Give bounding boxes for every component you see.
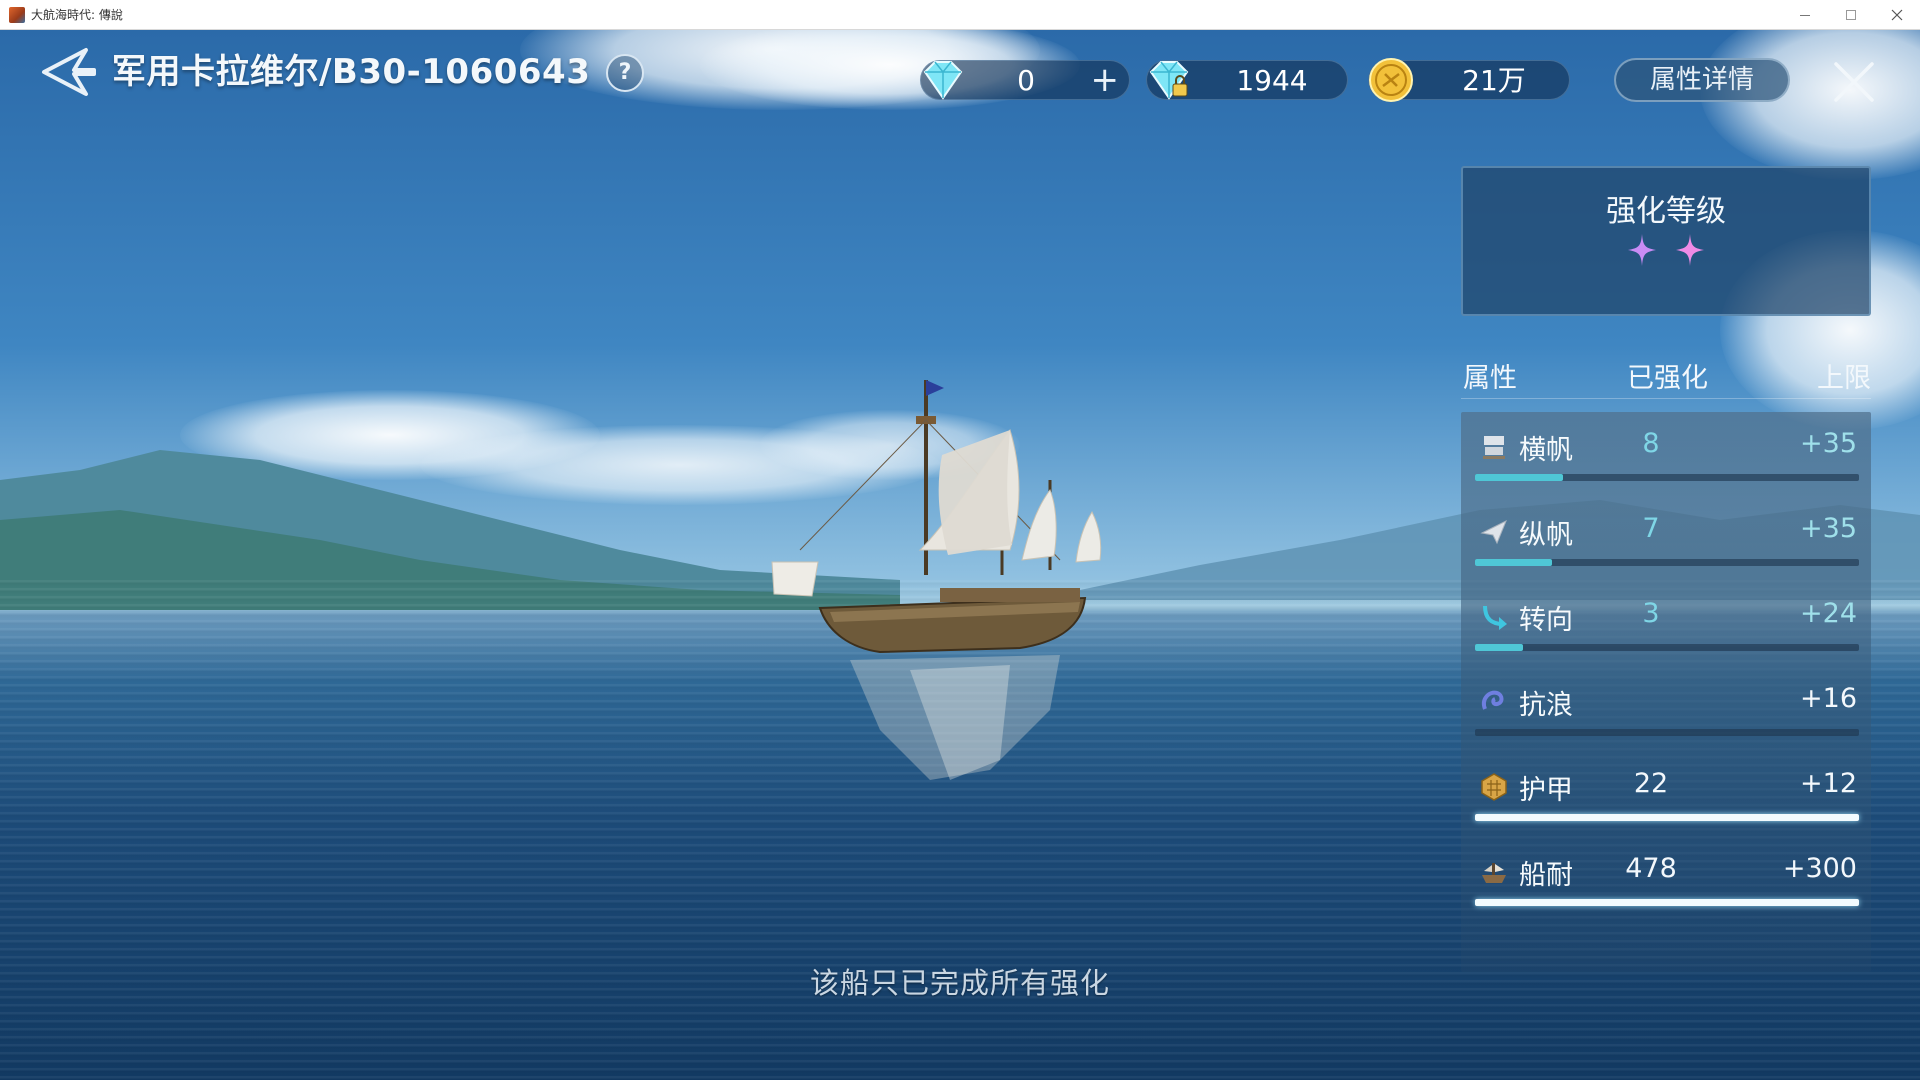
- completion-message: 该船只已完成所有强化: [809, 966, 1110, 1000]
- attribute-name: 横帆: [1519, 435, 1573, 466]
- progress-fill: [1475, 474, 1564, 481]
- attribute-row-square-sail: 横帆 8 +35: [1461, 412, 1871, 497]
- help-button[interactable]: ?: [606, 54, 644, 92]
- window-titlebar: 大航海時代: 傳說: [0, 0, 1920, 30]
- progress-bar: [1475, 814, 1859, 821]
- currency-diamond: 0 +: [920, 60, 1130, 100]
- header-limit: 上限: [1817, 363, 1871, 394]
- minimize-button[interactable]: [1782, 0, 1828, 30]
- progress-bar: [1475, 644, 1859, 651]
- window-controls: [1782, 0, 1920, 30]
- gold-coin-icon: [1369, 58, 1413, 102]
- currency-gold: 21万: [1368, 58, 1570, 102]
- caravel-ship: [771, 380, 1102, 780]
- bound-diamond-icon: [1149, 61, 1189, 100]
- enhance-level-panel: 强化等级: [1461, 166, 1871, 316]
- attribute-enhanced-value: 7: [1642, 513, 1660, 544]
- window-close-button[interactable]: [1874, 0, 1920, 30]
- progress-bar: [1475, 559, 1859, 566]
- enhance-level-stars: [1463, 232, 1869, 268]
- attribute-row-turning: 转向 3 +24: [1461, 582, 1871, 667]
- maximize-icon: [1846, 10, 1856, 20]
- header-divider: [1461, 398, 1871, 399]
- attribute-row-wave-resist: 抗浪 +16: [1461, 667, 1871, 752]
- attribute-details-button[interactable]: 属性详情: [1614, 58, 1790, 102]
- enhance-level-title: 强化等级: [1606, 194, 1726, 229]
- window-title: 大航海時代: 傳說: [31, 8, 123, 22]
- cloud: [1700, 30, 1920, 180]
- attribute-limit-value: +35: [1800, 513, 1857, 544]
- attribute-name: 船耐: [1519, 860, 1573, 891]
- back-button[interactable]: [40, 46, 98, 98]
- attribute-name: 纵帆: [1519, 520, 1573, 551]
- attribute-enhanced-value: 8: [1642, 428, 1660, 459]
- attribute-name: 护甲: [1519, 775, 1573, 806]
- attribute-table-header: 属性 已强化 上限: [1461, 356, 1871, 399]
- progress-bar: [1475, 729, 1859, 736]
- durability-icon: [1482, 863, 1506, 883]
- wave-resist-icon: [1482, 690, 1504, 710]
- close-button[interactable]: [1826, 54, 1882, 110]
- progress-fill: [1475, 644, 1523, 651]
- gold-value: 21万: [1462, 64, 1526, 97]
- attribute-enhanced-value: 3: [1642, 598, 1660, 629]
- game-scene: 军用卡拉维尔/B30-1060643 ? 0 + 1944 21万 属性详情 强…: [0, 30, 1920, 1080]
- attribute-row-lateen-sail: 纵帆 7 +35: [1461, 497, 1871, 582]
- progress-bar: [1475, 474, 1859, 481]
- maximize-button[interactable]: [1828, 0, 1874, 30]
- lateen-sail-icon: [1480, 519, 1507, 545]
- attribute-name: 抗浪: [1519, 690, 1573, 721]
- progress-fill: [1475, 814, 1859, 821]
- window-close-icon: [1891, 9, 1903, 21]
- square-sail-icon: [1483, 436, 1505, 459]
- attribute-limit-value: +16: [1800, 683, 1857, 714]
- attribute-limit-value: +12: [1800, 768, 1857, 799]
- ship-name-title: 军用卡拉维尔/B30-1060643: [112, 52, 591, 92]
- attribute-enhanced-value: 478: [1625, 853, 1677, 884]
- app-icon: [9, 6, 25, 23]
- attribute-row-durability: 船耐 478 +300: [1461, 837, 1871, 922]
- add-diamond-button[interactable]: +: [1091, 61, 1120, 101]
- attribute-enhanced-value: 22: [1633, 768, 1669, 799]
- progress-bar: [1475, 899, 1859, 906]
- armor-icon: [1481, 773, 1507, 801]
- attribute-row-armor: 护甲 22 +12: [1461, 752, 1871, 837]
- progress-fill: [1475, 899, 1859, 906]
- progress-fill: [1475, 559, 1552, 566]
- attribute-limit-value: +35: [1800, 428, 1857, 459]
- bound-diamond-value: 1944: [1236, 64, 1308, 97]
- attribute-limit-value: +300: [1782, 853, 1857, 884]
- star-icon: [1628, 234, 1656, 266]
- header-enhanced: 已强化: [1627, 363, 1708, 394]
- diamond-value: 0: [1017, 64, 1035, 97]
- diamond-icon: [923, 61, 963, 100]
- star-icon: [1676, 234, 1704, 266]
- minimize-icon: [1800, 14, 1810, 16]
- attribute-name: 转向: [1519, 605, 1573, 636]
- attribute-limit-value: +24: [1800, 598, 1857, 629]
- turning-icon: [1483, 605, 1507, 630]
- header-attribute: 属性: [1463, 363, 1517, 394]
- attribute-panel: 横帆 8 +35 纵帆 7 +35 转向 3 +24 抗浪 +16 护甲 22 …: [1461, 412, 1871, 972]
- currency-bound-diamond: 1944: [1146, 60, 1348, 100]
